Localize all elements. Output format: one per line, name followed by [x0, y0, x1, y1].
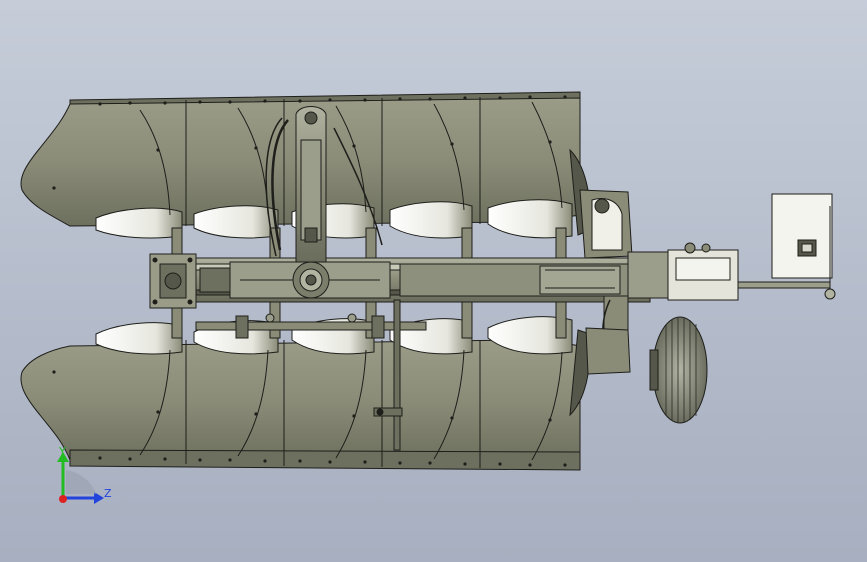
- triad-plane: [66, 470, 96, 494]
- plough-model[interactable]: Y Z: [0, 0, 867, 562]
- cad-viewport[interactable]: Y Z: [0, 0, 867, 562]
- x-axis-dot: [59, 495, 67, 503]
- z-axis-label: Z: [104, 487, 112, 500]
- y-axis-label: Y: [58, 445, 66, 458]
- lower-mouldboard-row: [20, 316, 591, 471]
